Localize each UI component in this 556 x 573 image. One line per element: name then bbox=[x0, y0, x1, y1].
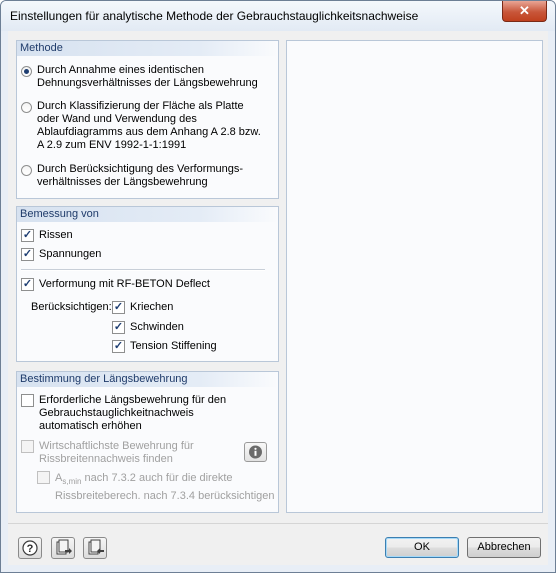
methode-group-title: Methode bbox=[20, 42, 63, 54]
close-button[interactable]: ✕ bbox=[502, 1, 547, 22]
radio-methode-1-label: Durch Annahme eines identischen Dehnungsv… bbox=[37, 64, 258, 89]
laengsbewehrung-group: Bestimmung der Längsbewehrung Erforderli… bbox=[16, 371, 279, 513]
checkbox-asmin-label: As,min nach 7.3.2 auch für die direkte Ri… bbox=[55, 472, 275, 503]
ok-button[interactable]: OK bbox=[385, 537, 459, 558]
checkbox-kriechen[interactable]: ✓ Kriechen bbox=[112, 301, 173, 314]
checkbox-checked[interactable]: ✓ bbox=[21, 278, 34, 291]
preview-panel bbox=[286, 40, 543, 513]
checkbox-rissen[interactable]: ✓ Rissen bbox=[21, 229, 73, 242]
load-defaults-button[interactable] bbox=[51, 537, 75, 559]
help-button[interactable]: ? bbox=[18, 537, 42, 559]
checkbox-erhoehen[interactable]: Erforderliche Längsbewehrung für den Gebr… bbox=[21, 394, 226, 433]
separator bbox=[21, 269, 265, 271]
load-defaults-icon bbox=[56, 539, 72, 555]
methode-group-header: Methode bbox=[17, 41, 278, 56]
checkbox-disabled[interactable] bbox=[21, 440, 34, 453]
checkbox-verformung[interactable]: ✓ Verformung mit RF-BETON Deflect bbox=[21, 278, 210, 291]
svg-text:?: ? bbox=[27, 543, 34, 555]
radio-methode-1[interactable]: Durch Annahme eines identischen Dehnungsv… bbox=[21, 64, 258, 90]
beruecksichtigen-label: Berücksichtigen: bbox=[31, 301, 112, 313]
checkbox-wirtschaftlich[interactable]: Wirtschaftlichste Bewehrung für Rissbreit… bbox=[21, 440, 194, 466]
radio-button-selected[interactable] bbox=[21, 66, 32, 77]
dialog-client: Methode Durch Annahme eines identischen D… bbox=[8, 31, 548, 565]
checkbox-kriechen-label: Kriechen bbox=[130, 301, 174, 313]
save-defaults-icon bbox=[88, 539, 104, 555]
radio-methode-2[interactable]: Durch Klassifizierung der Fläche als Pla… bbox=[21, 100, 261, 152]
checkbox-checked[interactable]: ✓ bbox=[112, 340, 125, 353]
checkbox-tension-stiffening[interactable]: ✓ Tension Stiffening bbox=[112, 340, 217, 353]
checkbox-disabled[interactable] bbox=[37, 471, 50, 484]
window-title: Einstellungen für analytische Methode de… bbox=[10, 9, 419, 23]
checkbox-checked[interactable]: ✓ bbox=[112, 321, 125, 334]
checkbox-verformung-label: Verformung mit RF-BETON Deflect bbox=[39, 278, 210, 290]
bemessung-group-title: Bemessung von bbox=[20, 208, 99, 220]
methode-group: Methode Durch Annahme eines identischen D… bbox=[16, 40, 279, 199]
checkbox-erhoehen-label: Erforderliche Längsbewehrung für den Gebr… bbox=[39, 394, 227, 432]
radio-button[interactable] bbox=[21, 102, 32, 113]
checkbox-schwinden-label: Schwinden bbox=[130, 321, 184, 333]
checkbox-unchecked[interactable] bbox=[21, 394, 34, 407]
checkbox-spannungen[interactable]: ✓ Spannungen bbox=[21, 248, 101, 261]
checkbox-schwinden[interactable]: ✓ Schwinden bbox=[112, 321, 184, 334]
bottom-separator bbox=[8, 523, 548, 524]
bemessung-group-header: Bemessung von bbox=[17, 207, 278, 222]
help-icon: ? bbox=[22, 540, 38, 556]
bemessung-group: Bemessung von ✓ Rissen ✓ Spannungen ✓ Ve… bbox=[16, 206, 279, 362]
radio-methode-2-label: Durch Klassifizierung der Fläche als Pla… bbox=[37, 100, 261, 151]
radio-methode-3-label: Durch Berücksichtigung des Verformungs-v… bbox=[37, 163, 244, 188]
checkbox-wirtschaftlich-label: Wirtschaftlichste Bewehrung für Rissbreit… bbox=[39, 440, 194, 465]
cancel-button[interactable]: Abbrechen bbox=[467, 537, 541, 558]
laengsbewehrung-group-title: Bestimmung der Längsbewehrung bbox=[20, 373, 188, 385]
radio-methode-3[interactable]: Durch Berücksichtigung des Verformungs-v… bbox=[21, 163, 243, 189]
dialog-window: Einstellungen für analytische Methode de… bbox=[0, 0, 556, 573]
title-bar[interactable]: Einstellungen für analytische Methode de… bbox=[1, 1, 555, 31]
save-defaults-button[interactable] bbox=[83, 537, 107, 559]
radio-button[interactable] bbox=[21, 165, 32, 176]
checkbox-spannungen-label: Spannungen bbox=[39, 248, 102, 260]
checkbox-rissen-label: Rissen bbox=[39, 229, 73, 241]
checkbox-tension-label: Tension Stiffening bbox=[130, 340, 217, 352]
laengsbewehrung-group-header: Bestimmung der Längsbewehrung bbox=[17, 372, 278, 387]
info-button[interactable] bbox=[244, 442, 267, 462]
checkbox-asmin[interactable]: As,min nach 7.3.2 auch für die direkte Ri… bbox=[37, 471, 275, 503]
checkbox-checked[interactable]: ✓ bbox=[21, 229, 34, 242]
checkbox-checked[interactable]: ✓ bbox=[112, 301, 125, 314]
info-icon bbox=[249, 445, 262, 459]
checkbox-checked[interactable]: ✓ bbox=[21, 248, 34, 261]
